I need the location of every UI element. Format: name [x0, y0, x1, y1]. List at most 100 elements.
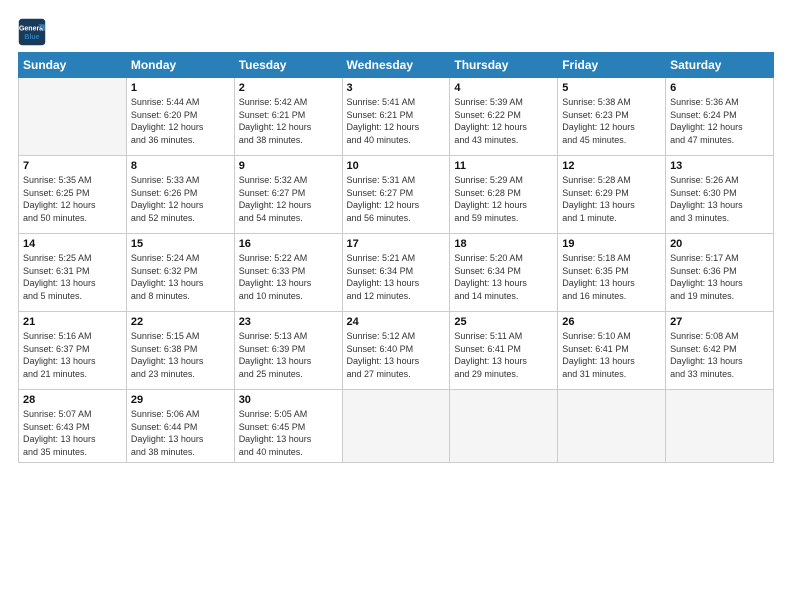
- day-number: 12: [562, 160, 661, 172]
- day-info: Sunrise: 5:07 AM Sunset: 6:43 PM Dayligh…: [23, 408, 122, 458]
- day-number: 23: [239, 316, 338, 328]
- day-info: Sunrise: 5:17 AM Sunset: 6:36 PM Dayligh…: [670, 252, 769, 302]
- day-info: Sunrise: 5:11 AM Sunset: 6:41 PM Dayligh…: [454, 330, 553, 380]
- day-number: 4: [454, 82, 553, 94]
- calendar-cell: 3 Sunrise: 5:41 AM Sunset: 6:21 PM Daylig…: [342, 78, 450, 156]
- day-number: 5: [562, 82, 661, 94]
- calendar-cell: [19, 78, 127, 156]
- day-info: Sunrise: 5:12 AM Sunset: 6:40 PM Dayligh…: [347, 330, 446, 380]
- week-row-2: 7 Sunrise: 5:35 AM Sunset: 6:25 PM Daylig…: [19, 156, 774, 234]
- day-info: Sunrise: 5:28 AM Sunset: 6:29 PM Dayligh…: [562, 174, 661, 224]
- day-info: Sunrise: 5:39 AM Sunset: 6:22 PM Dayligh…: [454, 96, 553, 146]
- day-number: 27: [670, 316, 769, 328]
- day-info: Sunrise: 5:22 AM Sunset: 6:33 PM Dayligh…: [239, 252, 338, 302]
- calendar-cell: 4 Sunrise: 5:39 AM Sunset: 6:22 PM Daylig…: [450, 78, 558, 156]
- day-info: Sunrise: 5:42 AM Sunset: 6:21 PM Dayligh…: [239, 96, 338, 146]
- day-number: 21: [23, 316, 122, 328]
- day-info: Sunrise: 5:36 AM Sunset: 6:24 PM Dayligh…: [670, 96, 769, 146]
- week-row-4: 21 Sunrise: 5:16 AM Sunset: 6:37 PM Dayli…: [19, 312, 774, 390]
- calendar-cell: 21 Sunrise: 5:16 AM Sunset: 6:37 PM Dayli…: [19, 312, 127, 390]
- day-number: 11: [454, 160, 553, 172]
- day-number: 15: [131, 238, 230, 250]
- day-number: 20: [670, 238, 769, 250]
- day-info: Sunrise: 5:33 AM Sunset: 6:26 PM Dayligh…: [131, 174, 230, 224]
- day-number: 3: [347, 82, 446, 94]
- day-info: Sunrise: 5:16 AM Sunset: 6:37 PM Dayligh…: [23, 330, 122, 380]
- calendar-cell: 5 Sunrise: 5:38 AM Sunset: 6:23 PM Daylig…: [558, 78, 666, 156]
- svg-text:Blue: Blue: [24, 34, 39, 41]
- weekday-header-monday: Monday: [126, 53, 234, 78]
- day-number: 10: [347, 160, 446, 172]
- calendar-cell: 8 Sunrise: 5:33 AM Sunset: 6:26 PM Daylig…: [126, 156, 234, 234]
- weekday-header-friday: Friday: [558, 53, 666, 78]
- day-info: Sunrise: 5:15 AM Sunset: 6:38 PM Dayligh…: [131, 330, 230, 380]
- weekday-header-wednesday: Wednesday: [342, 53, 450, 78]
- day-info: Sunrise: 5:32 AM Sunset: 6:27 PM Dayligh…: [239, 174, 338, 224]
- calendar-cell: 11 Sunrise: 5:29 AM Sunset: 6:28 PM Dayli…: [450, 156, 558, 234]
- day-number: 8: [131, 160, 230, 172]
- calendar-cell: 10 Sunrise: 5:31 AM Sunset: 6:27 PM Dayli…: [342, 156, 450, 234]
- day-number: 29: [131, 394, 230, 406]
- day-number: 22: [131, 316, 230, 328]
- calendar-cell: 9Sunrise: 5:32 AM Sunset: 6:27 PM Daylig…: [234, 156, 342, 234]
- calendar-cell: 25 Sunrise: 5:11 AM Sunset: 6:41 PM Dayli…: [450, 312, 558, 390]
- day-info: Sunrise: 5:24 AM Sunset: 6:32 PM Dayligh…: [131, 252, 230, 302]
- calendar-cell: 29 Sunrise: 5:06 AM Sunset: 6:44 PM Dayli…: [126, 390, 234, 463]
- day-number: 6: [670, 82, 769, 94]
- day-info: Sunrise: 5:08 AM Sunset: 6:42 PM Dayligh…: [670, 330, 769, 380]
- page: General Blue SundayMondayTuesdayWednesda…: [0, 0, 792, 612]
- calendar-cell: 28Sunrise: 5:07 AM Sunset: 6:43 PM Dayli…: [19, 390, 127, 463]
- calendar-cell: 24Sunrise: 5:12 AM Sunset: 6:40 PM Dayli…: [342, 312, 450, 390]
- calendar-cell: 14 Sunrise: 5:25 AM Sunset: 6:31 PM Dayli…: [19, 234, 127, 312]
- day-info: Sunrise: 5:31 AM Sunset: 6:27 PM Dayligh…: [347, 174, 446, 224]
- calendar-cell: 19 Sunrise: 5:18 AM Sunset: 6:35 PM Dayli…: [558, 234, 666, 312]
- day-info: Sunrise: 5:21 AM Sunset: 6:34 PM Dayligh…: [347, 252, 446, 302]
- calendar-cell: 18Sunrise: 5:20 AM Sunset: 6:34 PM Dayli…: [450, 234, 558, 312]
- day-info: Sunrise: 5:29 AM Sunset: 6:28 PM Dayligh…: [454, 174, 553, 224]
- day-info: Sunrise: 5:38 AM Sunset: 6:23 PM Dayligh…: [562, 96, 661, 146]
- calendar-cell: 26 Sunrise: 5:10 AM Sunset: 6:41 PM Dayli…: [558, 312, 666, 390]
- day-info: Sunrise: 5:13 AM Sunset: 6:39 PM Dayligh…: [239, 330, 338, 380]
- weekday-header-sunday: Sunday: [19, 53, 127, 78]
- calendar-cell: 1 Sunrise: 5:44 AM Sunset: 6:20 PM Daylig…: [126, 78, 234, 156]
- calendar-cell: 15 Sunrise: 5:24 AM Sunset: 6:32 PM Dayli…: [126, 234, 234, 312]
- calendar-cell: 16Sunrise: 5:22 AM Sunset: 6:33 PM Dayli…: [234, 234, 342, 312]
- day-number: 2: [239, 82, 338, 94]
- day-number: 17: [347, 238, 446, 250]
- calendar-cell: [450, 390, 558, 463]
- day-number: 19: [562, 238, 661, 250]
- day-number: 18: [454, 238, 553, 250]
- calendar-cell: 7 Sunrise: 5:35 AM Sunset: 6:25 PM Daylig…: [19, 156, 127, 234]
- day-number: 13: [670, 160, 769, 172]
- calendar-cell: [558, 390, 666, 463]
- day-number: 14: [23, 238, 122, 250]
- calendar-cell: [342, 390, 450, 463]
- day-info: Sunrise: 5:44 AM Sunset: 6:20 PM Dayligh…: [131, 96, 230, 146]
- weekday-header-thursday: Thursday: [450, 53, 558, 78]
- calendar-cell: 12 Sunrise: 5:28 AM Sunset: 6:29 PM Dayli…: [558, 156, 666, 234]
- day-number: 26: [562, 316, 661, 328]
- day-number: 30: [239, 394, 338, 406]
- week-row-3: 14 Sunrise: 5:25 AM Sunset: 6:31 PM Dayli…: [19, 234, 774, 312]
- logo: General Blue: [18, 18, 46, 46]
- header: General Blue: [18, 18, 774, 46]
- day-number: 1: [131, 82, 230, 94]
- day-info: Sunrise: 5:25 AM Sunset: 6:31 PM Dayligh…: [23, 252, 122, 302]
- day-info: Sunrise: 5:41 AM Sunset: 6:21 PM Dayligh…: [347, 96, 446, 146]
- weekday-header-saturday: Saturday: [666, 53, 774, 78]
- calendar-cell: 22 Sunrise: 5:15 AM Sunset: 6:38 PM Dayli…: [126, 312, 234, 390]
- day-info: Sunrise: 5:06 AM Sunset: 6:44 PM Dayligh…: [131, 408, 230, 458]
- calendar-cell: 27 Sunrise: 5:08 AM Sunset: 6:42 PM Dayli…: [666, 312, 774, 390]
- logo-icon: General Blue: [18, 18, 46, 46]
- calendar-table: SundayMondayTuesdayWednesdayThursdayFrid…: [18, 52, 774, 463]
- day-info: Sunrise: 5:35 AM Sunset: 6:25 PM Dayligh…: [23, 174, 122, 224]
- day-info: Sunrise: 5:18 AM Sunset: 6:35 PM Dayligh…: [562, 252, 661, 302]
- day-number: 7: [23, 160, 122, 172]
- day-number: 25: [454, 316, 553, 328]
- calendar-cell: 17 Sunrise: 5:21 AM Sunset: 6:34 PM Dayli…: [342, 234, 450, 312]
- weekday-header-row: SundayMondayTuesdayWednesdayThursdayFrid…: [19, 53, 774, 78]
- day-info: Sunrise: 5:10 AM Sunset: 6:41 PM Dayligh…: [562, 330, 661, 380]
- calendar-cell: 20 Sunrise: 5:17 AM Sunset: 6:36 PM Dayli…: [666, 234, 774, 312]
- week-row-1: 1 Sunrise: 5:44 AM Sunset: 6:20 PM Daylig…: [19, 78, 774, 156]
- weekday-header-tuesday: Tuesday: [234, 53, 342, 78]
